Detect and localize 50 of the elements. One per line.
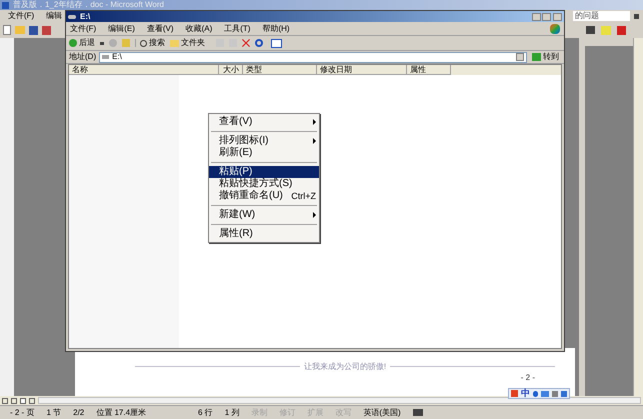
menu-item[interactable]: 粘贴快捷方式(S) [209,178,319,190]
status-item: - 2 - 页 [10,408,34,416]
column-header[interactable]: 类型 [243,65,317,75]
address-label: 地址(D) [69,53,96,61]
horizontal-scrollbar[interactable] [38,397,641,404]
submenu-arrow-icon [313,119,316,125]
folders-button[interactable]: 文件夹 [170,39,205,47]
ime-toolbar[interactable]: 中 [508,388,570,399]
close-button[interactable] [553,12,562,20]
minimize-button[interactable] [532,12,541,20]
maximize-button[interactable] [542,12,551,20]
menu-item[interactable]: 查看(V) [146,24,174,32]
window-title: E:\ [80,12,90,20]
back-button[interactable]: 后退 [69,39,95,47]
menu-item[interactable]: 文件(F) [8,12,34,20]
column-header[interactable]: 大小 [219,65,243,75]
menu-item[interactable]: 撤销重命名(U) Ctrl+Z [209,190,319,202]
column-header[interactable]: 属性 [407,65,451,75]
column-header[interactable]: 修改日期 [317,65,407,75]
status-item: 1 列 [224,408,240,416]
menu-item[interactable]: 新建(W) [209,209,319,221]
page-number: - 2 - [520,374,535,382]
search-button[interactable]: 搜索 [135,39,165,47]
menu-item[interactable]: 属性(R) [209,228,319,240]
menu-item[interactable]: 收藏(A) [186,24,212,32]
window-title: 普及版．1_2年结存．doc - Microsoft Word [13,1,164,9]
status-item: 6 行 [198,408,213,416]
delete-icon[interactable] [242,39,250,47]
help-search-field[interactable]: 的问题 [573,11,630,21]
menu-item[interactable]: 排列图标(I) [209,135,319,147]
status-item: 1 节 [46,408,62,416]
menu-item[interactable]: 粘贴(P) [209,166,319,178]
vertical-scrollbar[interactable] [633,38,643,396]
input-mode-label: 中 [521,389,530,398]
status-item: 位置 17.4厘米 [96,408,146,416]
menu-item[interactable]: 帮助(H) [262,24,290,32]
menu-item[interactable]: 编辑(E) [108,24,135,32]
status-item: 英语(美国) [363,408,401,416]
submenu-arrow-icon [313,138,316,144]
status-item: 2/2 [73,408,84,416]
footer-text: 让我来成为公司的骄傲! [304,362,386,370]
go-button[interactable]: 转到 [530,53,561,61]
menu-item[interactable]: 查看(V) [209,116,319,128]
menu-item[interactable]: 刷新(E) [209,147,319,159]
submenu-arrow-icon [313,212,316,218]
menu-item[interactable]: 编辑 [46,12,62,20]
address-field[interactable]: E:\ [99,52,527,62]
new-document-icon[interactable] [3,25,11,35]
menu-item[interactable]: 文件(F) [70,24,96,32]
menu-item[interactable]: 工具(T) [224,24,250,32]
